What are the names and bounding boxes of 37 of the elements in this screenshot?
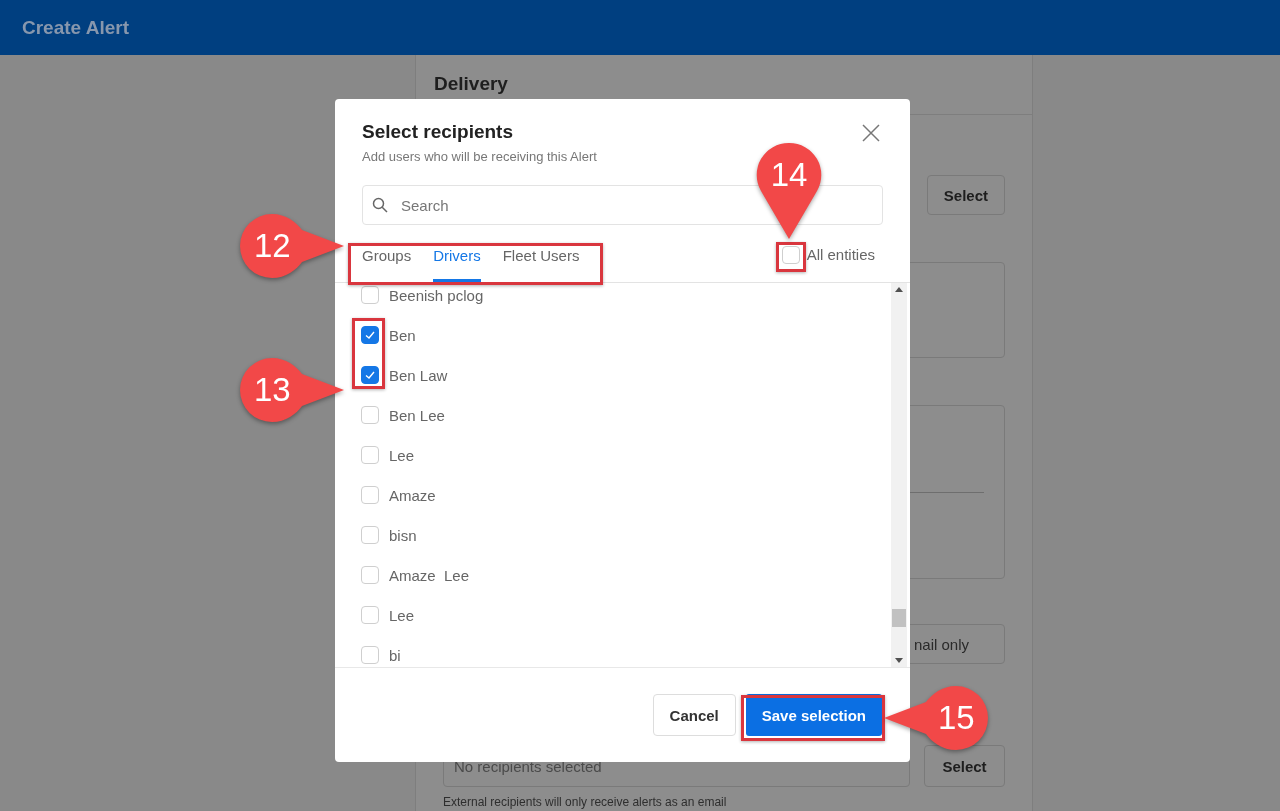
hint-text: External recipients will only receive alerts as an email — [443, 795, 728, 809]
page-title: Create Alert — [22, 16, 129, 39]
highlight-frame — [352, 318, 385, 389]
highlight-frame — [776, 242, 806, 272]
select-button[interactable]: Select — [924, 745, 1005, 787]
recipient-name: Beenish pclog — [389, 286, 484, 304]
recipient-name: Ben Lee — [389, 406, 445, 424]
check-icon — [364, 369, 376, 381]
cancel-button[interactable]: Cancel — [652, 694, 736, 736]
check-icon — [364, 329, 376, 341]
checkbox[interactable] — [361, 326, 379, 344]
recipient-name: bisn — [389, 526, 417, 544]
scrollbar-thumb[interactable] — [892, 609, 906, 627]
checkbox-label: All entities — [806, 246, 875, 263]
recipient-name: Ben Law — [389, 366, 448, 384]
scrollbar[interactable] — [891, 283, 907, 667]
select-button[interactable]: Select — [926, 175, 1005, 215]
recipient-name: bi — [389, 646, 401, 664]
tab[interactable]: Drivers — [433, 240, 481, 270]
scroll-down-icon[interactable] — [895, 658, 903, 663]
scroll-up-icon[interactable] — [895, 287, 903, 292]
dialog-title: Select recipients — [362, 121, 514, 143]
search-field[interactable]: Search — [362, 185, 883, 225]
recipient-name: Amaze — [389, 486, 436, 504]
tab[interactable]: Fleet Users — [502, 240, 580, 270]
section-title: Delivery — [434, 73, 508, 94]
tab[interactable]: Groups — [362, 240, 412, 270]
search-icon — [372, 197, 388, 213]
recipient-name: Ben — [389, 326, 416, 344]
close-icon[interactable] — [861, 123, 881, 143]
save-button[interactable]: Save selection — [745, 694, 882, 736]
checkbox[interactable] — [361, 366, 379, 384]
recipient-name: Amaze Lee — [389, 566, 470, 584]
dialog-subtitle: Add users who will be receiving this Alert — [362, 149, 598, 164]
recipient-name: Lee — [389, 606, 415, 624]
callout-badge: 14 — [755, 141, 823, 241]
recipient-name: Lee — [389, 446, 415, 464]
